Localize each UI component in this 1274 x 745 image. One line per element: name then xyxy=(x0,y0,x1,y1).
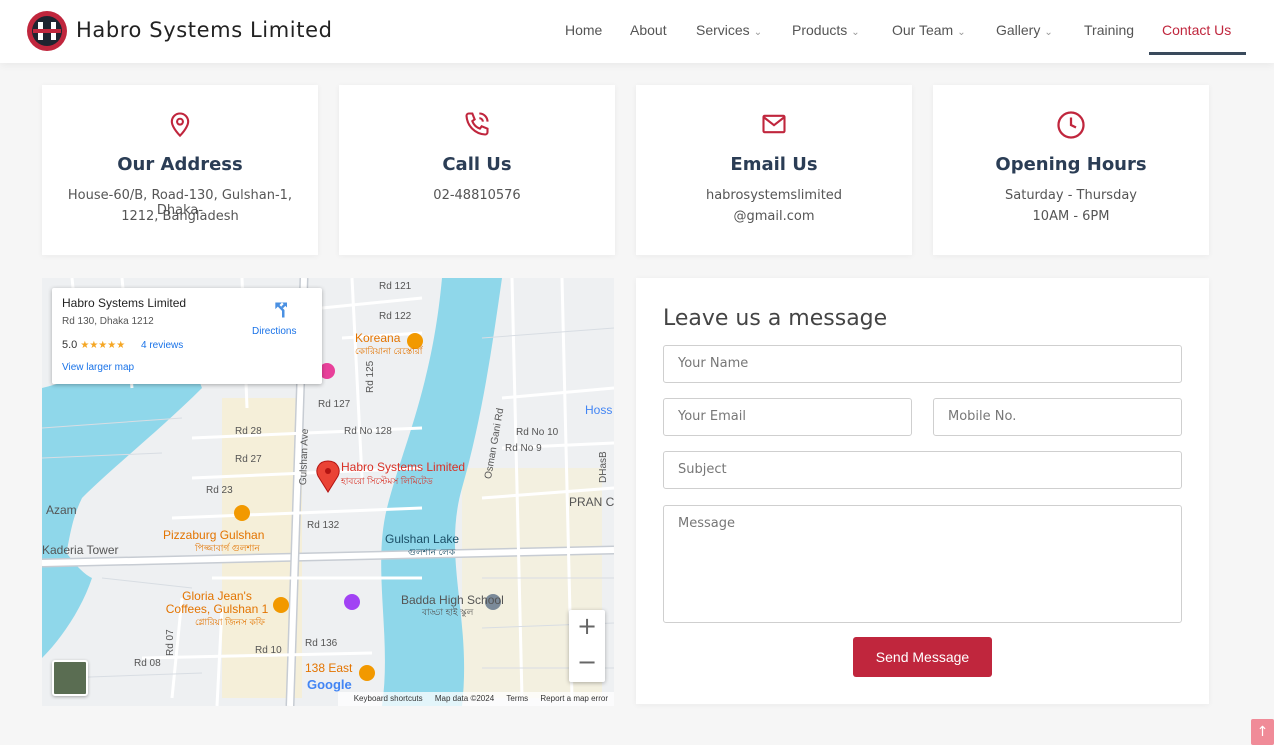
email-input[interactable]: Your Email xyxy=(663,398,912,436)
map-road-label: Rd 07 xyxy=(165,629,176,656)
map-zoom-controls: + − xyxy=(569,610,605,682)
map-area-label: Azam xyxy=(46,503,77,517)
nav-about[interactable]: About xyxy=(630,22,667,38)
map-poi-gloria-jeans[interactable]: Gloria Jean's Coffees, Gulshan 1 xyxy=(162,590,272,616)
email-card: Email Us habrosystemslimited @gmail.com xyxy=(636,85,912,255)
map-pin-icon xyxy=(42,110,318,138)
nav-contact-us[interactable]: Contact Us xyxy=(1162,22,1231,38)
map-poi-sub: পিজ্জাবার্গ গুলশান xyxy=(195,543,260,553)
nav-products[interactable]: Products ⌄ xyxy=(792,22,860,38)
phone-icon xyxy=(339,110,615,138)
nav-training[interactable]: Training xyxy=(1084,22,1134,38)
map-poi-sub: বাড্ডা হাই স্কুল xyxy=(422,607,474,617)
google-logo: Google xyxy=(307,677,352,692)
chevron-down-icon: ⌄ xyxy=(957,27,966,38)
map-reviews-link[interactable]: 4 reviews xyxy=(141,340,183,351)
mobile-input[interactable]: Mobile No. xyxy=(933,398,1182,436)
hours-time: 10AM - 6PM xyxy=(1032,209,1110,224)
address-card: Our Address House-60/B, Road-130, Gulsha… xyxy=(42,85,318,255)
map-poi-sub: গ্লোরিয়া জিনস কফি xyxy=(195,617,265,627)
card-title: Opening Hours xyxy=(995,154,1147,175)
name-input[interactable]: Your Name xyxy=(663,345,1182,383)
address-line-2: 1212, Bangladesh xyxy=(121,209,239,224)
map-poi-sub: হাবরো সিস্টেমস লিমিটেড xyxy=(341,476,433,486)
nav-services[interactable]: Services ⌄ xyxy=(696,22,762,38)
map-poi-sub: কোরিয়ানা রেস্তোরাঁ xyxy=(355,346,423,356)
map-data-attribution: Map data ©2024 xyxy=(434,694,495,703)
message-textarea[interactable]: Message xyxy=(663,505,1182,623)
chevron-down-icon: ⌄ xyxy=(1044,27,1053,38)
map-poi-habro[interactable]: Habro Systems Limited xyxy=(341,460,465,474)
email-line-2[interactable]: @gmail.com xyxy=(646,209,902,224)
map-place-name: Habro Systems Limited xyxy=(62,296,187,310)
brand-logo-icon[interactable] xyxy=(27,11,67,51)
nav-home[interactable]: Home xyxy=(565,22,602,38)
hours-card: Opening Hours Saturday - Thursday 10AM -… xyxy=(933,85,1209,255)
embedded-map[interactable]: Rd 121 Rd 122 Rd 127 Rd 28 Rd 27 Rd 23 R… xyxy=(42,278,614,706)
form-title: Leave us a message xyxy=(663,306,888,331)
contact-form: Leave us a message Your Name Your Email … xyxy=(636,278,1209,704)
map-road-label: DHasB xyxy=(598,451,609,483)
nav-active-indicator xyxy=(1149,52,1246,55)
directions-link[interactable]: Directions xyxy=(252,326,296,337)
nav-our-team[interactable]: Our Team ⌄ xyxy=(892,22,966,38)
keyboard-shortcuts-link[interactable]: Keyboard shortcuts xyxy=(354,694,423,703)
map-road-label: Rd 122 xyxy=(379,311,412,322)
card-title: Our Address xyxy=(117,154,243,175)
chevron-down-icon: ⌄ xyxy=(851,27,860,38)
map-area-label: Kaderia Tower xyxy=(42,543,119,557)
map-place-address: Rd 130, Dhaka 1212 xyxy=(62,316,154,327)
map-road-label: Rd No 9 xyxy=(505,443,542,454)
arrow-up-icon: ↑ xyxy=(1256,724,1269,740)
nav-gallery[interactable]: Gallery ⌄ xyxy=(996,22,1053,38)
chevron-down-icon: ⌄ xyxy=(753,27,763,38)
map-poi-138-east[interactable]: 138 East xyxy=(305,661,352,675)
map-road-label: Rd No 10 xyxy=(516,427,559,438)
send-message-button[interactable]: Send Message xyxy=(853,637,992,677)
map-road-label: Rd 10 xyxy=(255,645,282,656)
map-road-label: Rd 23 xyxy=(206,485,233,496)
map-road-label: Rd 136 xyxy=(305,638,338,649)
zoom-out-button[interactable]: − xyxy=(569,648,605,676)
subject-input[interactable]: Subject xyxy=(663,451,1182,489)
map-poi-pizzaburg[interactable]: Pizzaburg Gulshan xyxy=(163,528,264,542)
map-poi-sub: গুলশান লেক xyxy=(408,547,456,557)
map-footer: Keyboard shortcuts Map data ©2024 Terms … xyxy=(337,692,614,706)
map-road-label: Rd 132 xyxy=(307,520,340,531)
map-area-label: Hoss xyxy=(585,403,613,417)
map-poi-gulshan-lake[interactable]: Gulshan Lake xyxy=(385,532,459,546)
email-line-1[interactable]: habrosystemslimited xyxy=(646,188,902,203)
star-rating-icon: ★★★★★ xyxy=(80,340,126,351)
scroll-to-top-button[interactable]: ↑ xyxy=(1251,719,1274,745)
envelope-icon xyxy=(636,110,912,138)
map-road-label: Rd 121 xyxy=(379,281,412,292)
directions-icon[interactable] xyxy=(272,300,292,320)
map-road-label: Gulshan Ave xyxy=(298,428,311,486)
map-poi-koreana[interactable]: Koreana xyxy=(355,331,400,345)
view-larger-map-link[interactable]: View larger map xyxy=(62,362,134,373)
card-title: Call Us xyxy=(442,154,512,175)
site-header: Habro Systems Limited Home About Service… xyxy=(0,0,1274,63)
map-road-label: Rd No 128 xyxy=(344,426,392,437)
map-road-label: Rd 125 xyxy=(365,360,376,393)
map-road-label: Rd 08 xyxy=(134,658,161,669)
terms-link[interactable]: Terms xyxy=(506,694,528,703)
map-area-label: PRAN C xyxy=(569,495,614,509)
map-road-label: Rd 27 xyxy=(235,454,262,465)
satellite-toggle-button[interactable] xyxy=(52,660,88,696)
map-road-label: Rd 127 xyxy=(318,399,351,410)
map-road-label: Rd 28 xyxy=(235,426,262,437)
map-place-card: Habro Systems Limited Rd 130, Dhaka 1212… xyxy=(52,288,322,384)
phone-number[interactable]: 02-48810576 xyxy=(349,188,605,203)
hours-days: Saturday - Thursday xyxy=(1005,188,1137,203)
zoom-in-button[interactable]: + xyxy=(569,612,605,640)
map-rating: 5.0 ★★★★★ xyxy=(62,339,126,351)
clock-icon xyxy=(933,110,1209,139)
card-title: Email Us xyxy=(730,154,818,175)
brand-name[interactable]: Habro Systems Limited xyxy=(76,18,333,42)
report-map-error-link[interactable]: Report a map error xyxy=(540,694,608,703)
call-card: Call Us 02-48810576 xyxy=(339,85,615,255)
